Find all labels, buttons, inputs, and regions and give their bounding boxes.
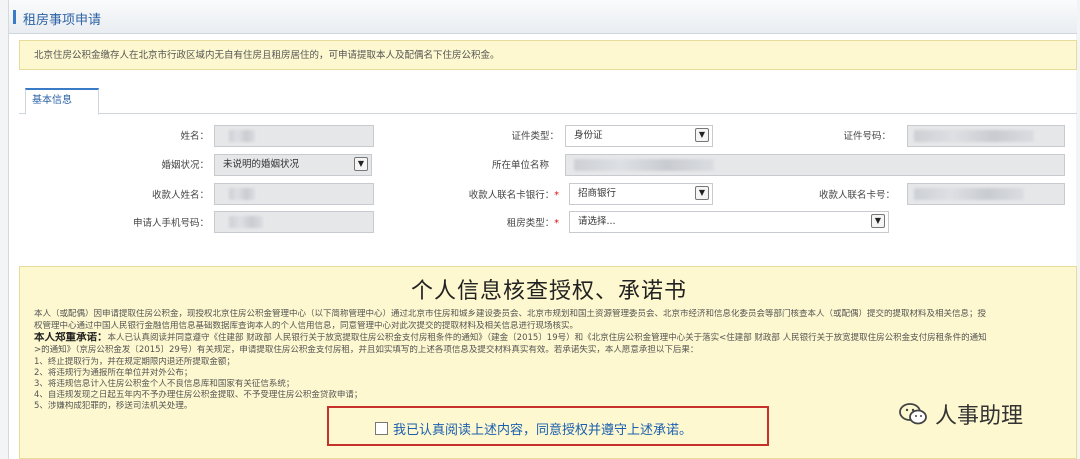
consent-paragraph: 权管理中心通过中国人民银行金融信用信息基础数据库查询本人的个人信用信息，同意管理… xyxy=(34,321,579,331)
payee-name-field[interactable] xyxy=(214,183,374,205)
bank-select[interactable]: 招商银行 ▼ xyxy=(569,183,713,205)
promise-text: 本人已认真阅读并同意遵守《住建部 财政部 人民银行关于放宽提取住房公积金支付房租… xyxy=(107,333,987,343)
application-page: 租房事项申请 北京住房公积金缴存人在北京市行政区域内无自有住房且租房居住的，可申… xyxy=(8,0,1077,459)
consequence-item: 1、终止提取行为，并在规定期限内退还所提取金额； xyxy=(34,357,235,367)
employer-label: 所在单位名称 xyxy=(491,160,549,171)
redacted-value xyxy=(229,216,263,228)
watermark: 人事助理 xyxy=(899,398,1023,430)
marital-value: 未说明的婚姻状况 xyxy=(223,159,300,170)
chevron-down-icon[interactable]: ▼ xyxy=(871,214,885,228)
rent-type-label: 租房类型：* xyxy=(459,215,559,229)
promise-lead: 本人郑重承诺： xyxy=(34,332,108,343)
title-accent xyxy=(13,10,16,24)
chevron-down-icon[interactable]: ▼ xyxy=(354,157,368,171)
agree-checkbox[interactable] xyxy=(375,422,388,435)
bank-label-text: 收款人联名卡银行： xyxy=(468,190,555,201)
rent-type-label-text: 租房类型： xyxy=(506,218,555,229)
consent-paragraph: 本人（或配偶）因申请提取住房公积金，现授权北京住房公积金管理中心（以下简称管理中… xyxy=(34,309,987,319)
promise-paragraph: 本人郑重承诺：本人已认真阅读并同意遵守《住建部 财政部 人民银行关于放宽提取住房… xyxy=(34,332,1074,345)
consent-paragraph: >的通知》（京房公积金发〔2015〕29号）有关规定，申请提取住房公积金支付房租… xyxy=(34,345,699,355)
required-mark: * xyxy=(554,218,559,229)
id-type-select[interactable]: 身份证 ▼ xyxy=(565,125,713,147)
redacted-value xyxy=(914,188,1024,200)
tab-basic-info[interactable]: 基本信息 xyxy=(25,88,99,115)
id-number-label: 证件号码： xyxy=(843,131,891,142)
chevron-down-icon[interactable]: ▼ xyxy=(695,186,709,200)
rent-type-value: 请选择... xyxy=(578,216,616,227)
title-bar: 租房事项申请 xyxy=(9,0,1077,34)
required-mark: * xyxy=(554,190,559,201)
tab-strip: 基本信息 xyxy=(19,88,1077,115)
page-title: 租房事项申请 xyxy=(23,13,102,28)
rent-type-select[interactable]: 请选择... ▼ xyxy=(569,211,889,233)
card-number-label: 收款人联名卡号： xyxy=(818,190,895,201)
redacted-value xyxy=(574,159,714,171)
consent-heading: 个人信息核查授权、承诺书 xyxy=(410,279,687,304)
bank-label: 收款人联名卡银行：* xyxy=(449,187,559,201)
phone-label: 申请人手机号码： xyxy=(132,218,209,229)
employer-field[interactable] xyxy=(565,154,1065,176)
agree-label[interactable]: 我已认真阅读上述内容，同意授权并遵守上述承诺。 xyxy=(393,419,692,438)
wechat-icon xyxy=(899,403,927,425)
chevron-down-icon[interactable]: ▼ xyxy=(695,128,709,142)
notice-banner: 北京住房公积金缴存人在北京市行政区域内无自有住房且租房居住的，可申请提取本人及配… xyxy=(19,40,1077,70)
name-field[interactable] xyxy=(214,125,374,147)
agreement-box: 我已认真阅读上述内容，同意授权并遵守上述承诺。 xyxy=(327,406,769,446)
card-number-field[interactable] xyxy=(907,183,1065,205)
redacted-value xyxy=(229,188,255,200)
id-type-label: 证件类型： xyxy=(511,131,559,142)
marital-label: 婚姻状况： xyxy=(161,160,209,171)
phone-field[interactable] xyxy=(214,211,374,233)
marital-select[interactable]: 未说明的婚姻状况 ▼ xyxy=(214,154,372,176)
consequence-item: 2、将违规行为通报所在单位并对外公布； xyxy=(34,368,193,378)
bank-value: 招商银行 xyxy=(578,188,617,199)
payee-name-label: 收款人姓名： xyxy=(151,190,209,201)
redacted-value xyxy=(914,130,1034,142)
id-number-field[interactable] xyxy=(907,125,1065,147)
watermark-text: 人事助理 xyxy=(935,404,1024,429)
redacted-value xyxy=(229,130,255,142)
name-label: 姓名： xyxy=(180,131,209,142)
consequence-item: 3、将违规信息计入住房公积金个人不良信息库和国家有关征信系统； xyxy=(34,379,295,389)
id-type-value: 身份证 xyxy=(574,130,603,141)
